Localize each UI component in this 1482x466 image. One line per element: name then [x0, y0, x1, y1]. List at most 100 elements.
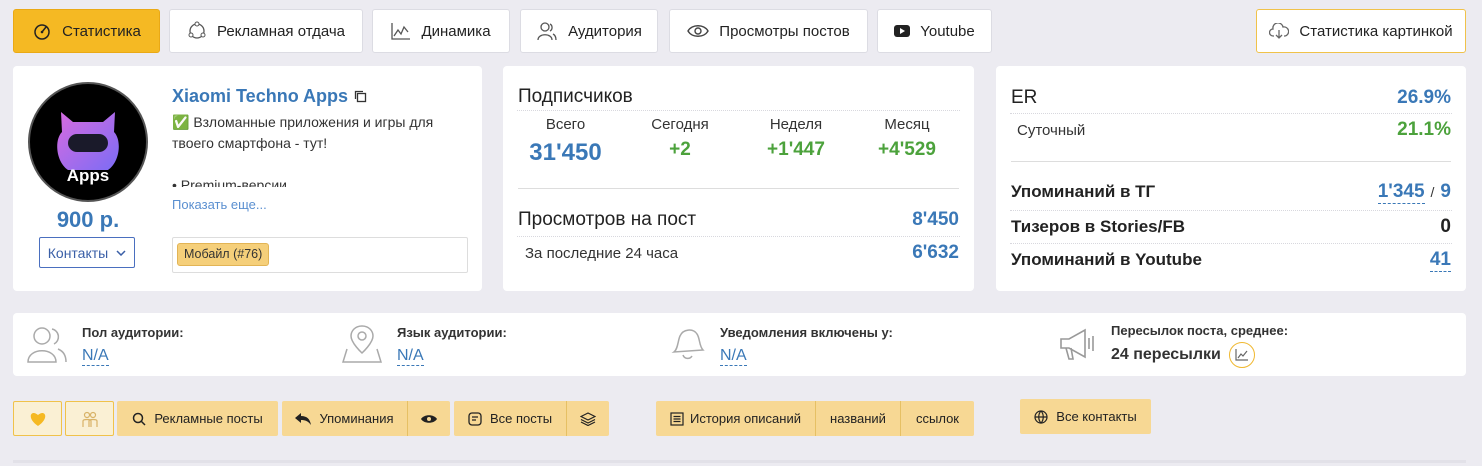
stat-label: Сегодня	[651, 116, 709, 133]
last24-value: 6'632	[912, 242, 959, 263]
bell-icon	[671, 329, 705, 360]
tab-label: Динамика	[421, 22, 491, 40]
yt-mentions-label: Упоминаний в Youtube	[1011, 250, 1202, 269]
heart-icon	[30, 412, 45, 426]
all-contacts-button[interactable]: Все контакты	[1020, 399, 1151, 434]
tab-ad-return[interactable]: Рекламная отдача	[169, 9, 363, 53]
info-notifications: Уведомления включены у: N/A	[668, 325, 893, 366]
layers-icon	[580, 411, 596, 426]
stat-value: +4'529	[878, 139, 936, 160]
layers-button[interactable]	[567, 401, 609, 436]
tg-slash: /	[1430, 184, 1435, 200]
names-label: названий	[830, 411, 886, 426]
channel-title-row: Xiaomi Techno Apps	[172, 86, 367, 107]
channel-name[interactable]: Xiaomi Techno Apps	[172, 86, 348, 107]
subscribers-card: Подписчиков Всего 31'450 Сегодня +2 Неде…	[503, 66, 974, 291]
forwards-value: 24 пересылки	[1111, 346, 1221, 363]
tab-label: Просмотры постов	[719, 22, 850, 40]
mentions-button-group: Упоминания	[282, 401, 450, 436]
stat-today: Сегодня +2	[618, 116, 742, 167]
yt-mentions-value[interactable]: 41	[1429, 249, 1451, 272]
info-value[interactable]: N/A	[397, 347, 424, 366]
line-chart-icon	[391, 23, 411, 40]
show-more-link[interactable]: Показать еще...	[172, 197, 267, 212]
avatar-text: Apps	[66, 166, 110, 185]
description-history-button[interactable]: История описаний	[656, 401, 815, 436]
tab-audience[interactable]: Аудитория	[520, 9, 658, 53]
tg-mentions-value2[interactable]: 9	[1440, 181, 1451, 203]
info-label: Пересылок поста, среднее:	[1111, 323, 1289, 338]
tab-post-views[interactable]: Просмотры постов	[669, 9, 868, 53]
forwards-chart-button[interactable]	[1228, 342, 1255, 368]
subscriber-stats: Всего 31'450 Сегодня +2 Неделя +1'447 Ме…	[513, 116, 964, 167]
subscribers-title: Подписчиков	[518, 86, 633, 107]
tab-dynamics[interactable]: Динамика	[372, 9, 510, 53]
image-stats-button[interactable]: Статистика картинкой	[1256, 9, 1466, 53]
all-posts-label: Все посты	[489, 411, 553, 426]
tab-statistics[interactable]: Статистика	[13, 9, 160, 53]
description-line: ✅ Взломанные приложения и игры для	[172, 114, 434, 130]
category-badge[interactable]: Мобайл (#76)	[177, 243, 270, 266]
tg-mentions-values: 1'345 / 9	[1377, 181, 1451, 204]
description-line: твоего смартфона - тут!	[172, 135, 328, 151]
audience-info-bar: Пол аудитории: N/A Язык аудитории: N/A У…	[13, 313, 1466, 376]
youtube-icon	[894, 25, 911, 37]
er-value: 26.9%	[1397, 87, 1451, 108]
bottom-divider	[13, 460, 1466, 463]
copy-icon[interactable]	[354, 90, 367, 103]
links-label: ссылок	[916, 411, 959, 426]
search-icon	[133, 412, 146, 426]
tab-label: Статистика	[62, 22, 141, 40]
description-line: • Premium-версии	[172, 177, 287, 187]
stat-label: Неделя	[769, 116, 823, 133]
chevron-down-icon	[116, 249, 126, 256]
all-contacts-label: Все контакты	[1056, 409, 1137, 424]
map-pin-icon	[342, 325, 382, 363]
mentions-view-button[interactable]	[408, 401, 450, 436]
monitor-button[interactable]	[65, 401, 114, 436]
favorite-button[interactable]	[13, 401, 62, 436]
posts-icon	[468, 411, 482, 426]
tg-mentions-label: Упоминаний в ТГ	[1011, 182, 1156, 201]
megaphone-icon	[1060, 328, 1094, 360]
globe-icon	[1034, 409, 1048, 424]
all-posts-button-group: Все посты	[454, 401, 609, 436]
er-label: ER	[1011, 87, 1038, 108]
er-card: ER 26.9% Суточный 21.1% Упоминаний в ТГ …	[996, 66, 1466, 291]
list-icon	[670, 411, 684, 426]
info-value[interactable]: N/A	[82, 347, 109, 366]
eye-icon	[687, 25, 710, 37]
channel-card: Apps 900 р. Контакты Xiaomi Techno Apps …	[13, 66, 482, 291]
views-value: 8'450	[912, 209, 959, 230]
info-forwards: Пересылок поста, среднее: 24 пересылки	[1059, 323, 1288, 368]
contacts-select[interactable]: Контакты	[39, 237, 135, 268]
stat-month: Месяц +4'529	[850, 116, 964, 167]
team-icon	[81, 411, 98, 427]
last24-label: За последние 24 часа	[525, 245, 679, 262]
info-value[interactable]: N/A	[720, 347, 747, 366]
channel-price: 900 р.	[56, 207, 120, 232]
info-language: Язык аудитории: N/A	[342, 325, 507, 366]
stat-week: Неделя +1'447	[742, 116, 850, 167]
views-label: Просмотров на пост	[518, 209, 697, 230]
chart-icon	[1235, 349, 1248, 361]
stat-total: Всего 31'450	[513, 116, 618, 167]
history-button-group: История описаний названий ссылок	[656, 401, 974, 436]
mentions-button[interactable]: Упоминания	[282, 401, 407, 436]
stories-label: Тизеров в Stories/FB	[1011, 217, 1186, 236]
all-posts-button[interactable]: Все посты	[454, 401, 566, 436]
tab-youtube[interactable]: Youtube	[877, 9, 992, 53]
stories-value: 0	[1440, 216, 1451, 237]
history-label: История описаний	[690, 411, 801, 426]
reply-icon	[295, 412, 312, 425]
stat-value: +2	[669, 139, 691, 160]
tab-label: Рекламная отдача	[216, 22, 346, 40]
tg-mentions-value[interactable]: 1'345	[1377, 181, 1425, 204]
ad-posts-button[interactable]: Рекламные посты	[117, 401, 278, 436]
avatar[interactable]: Apps	[28, 82, 148, 202]
info-gender: Пол аудитории: N/A	[27, 325, 184, 366]
links-history-button[interactable]: ссылок	[901, 401, 974, 436]
names-history-button[interactable]: названий	[816, 401, 900, 436]
speedometer-icon	[34, 24, 50, 40]
tab-label: Аудитория	[568, 22, 642, 40]
